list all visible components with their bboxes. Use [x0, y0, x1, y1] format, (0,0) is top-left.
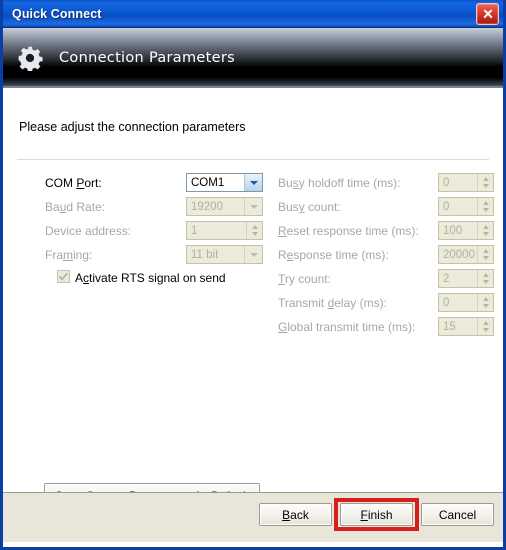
form-row: Global transmit time (ms): 15 — [3, 316, 503, 340]
chevron-down-icon[interactable] — [244, 246, 262, 263]
window-title: Quick Connect — [12, 6, 102, 21]
form-row: Transmit delay (ms): 0 — [3, 292, 503, 316]
field-value: 11 bit — [191, 248, 219, 261]
spinner-arrows-icon[interactable] — [477, 222, 493, 239]
field-label: Busy holdoff time (ms): — [278, 176, 401, 190]
field-value: 0 — [443, 200, 450, 213]
field-value: 0 — [443, 296, 450, 309]
parameters-form: COM Port: COM1 Busy holdoff time (ms): 0 Bau… — [3, 172, 503, 340]
form-row: Framing: 11 bit Response time (ms): 20000 — [3, 244, 503, 268]
combo-box: 19200 — [186, 197, 263, 216]
button-wrapper: Finish — [334, 498, 419, 531]
form-row: Activate RTS signal on send Try count: 2 — [3, 268, 503, 292]
gear-icon — [18, 45, 43, 71]
spinner-input: 1 — [186, 221, 263, 240]
field-value: 1 — [191, 224, 198, 237]
field-label: COM Port: — [45, 176, 102, 190]
spinner-arrows-icon[interactable] — [477, 246, 493, 263]
field-value: 0 — [443, 176, 450, 189]
back-button[interactable]: Back — [259, 503, 332, 526]
field-value: 2 — [443, 272, 450, 285]
spinner-input: 15 — [438, 317, 494, 336]
button-wrapper: Cancel — [421, 503, 494, 526]
spinner-input: 100 — [438, 221, 494, 240]
combo-box: 11 bit — [186, 245, 263, 264]
spinner-input: 0 — [438, 197, 494, 216]
separator — [17, 159, 489, 160]
spinner-arrows-icon[interactable] — [246, 222, 262, 239]
spinner-arrows-icon[interactable] — [477, 318, 493, 335]
form-row: Baud Rate: 19200 Busy count: 0 — [3, 196, 503, 220]
field-value: 100 — [443, 224, 463, 237]
header-banner: Connection Parameters — [3, 28, 503, 88]
rts-checkbox — [57, 270, 70, 283]
spinner-input: 20000 — [438, 245, 494, 264]
spinner-arrows-icon[interactable] — [477, 198, 493, 215]
title-bar: Quick Connect — [3, 0, 503, 28]
field-label: Busy count: — [278, 200, 341, 214]
dialog-body: Please adjust the connection parameters … — [3, 88, 503, 508]
form-row: COM Port: COM1 Busy holdoff time (ms): 0 — [3, 172, 503, 196]
button-wrapper: Back — [259, 503, 332, 526]
cancel-button[interactable]: Cancel — [421, 503, 494, 526]
spinner-input: 0 — [438, 293, 494, 312]
chevron-down-icon[interactable] — [244, 198, 262, 215]
field-value: 20000 — [443, 248, 475, 261]
footer-button-group: Back Finish Cancel — [259, 498, 494, 531]
combo-box[interactable]: COM1 — [186, 173, 263, 192]
footer-bar: Back Finish Cancel — [3, 492, 503, 542]
intro-text: Please adjust the connection parameters — [19, 120, 246, 134]
spinner-input: 0 — [438, 173, 494, 192]
banner-title: Connection Parameters — [59, 49, 235, 66]
field-label: Reset response time (ms): — [278, 224, 419, 238]
rts-checkbox-label: Activate RTS signal on send — [75, 271, 226, 285]
checkmark-icon — [58, 272, 68, 281]
spinner-arrows-icon[interactable] — [477, 174, 493, 191]
spinner-input: 2 — [438, 269, 494, 288]
chevron-down-icon[interactable] — [244, 174, 262, 191]
field-label: Try count: — [278, 272, 331, 286]
spinner-arrows-icon[interactable] — [477, 294, 493, 311]
field-value: COM1 — [191, 176, 225, 189]
field-label: Transmit delay (ms): — [278, 296, 387, 310]
field-label: Global transmit time (ms): — [278, 320, 416, 334]
finish-button[interactable]: Finish — [340, 503, 413, 526]
spinner-arrows-icon[interactable] — [477, 270, 493, 287]
form-row: Device address: 1 Reset response time (ms)… — [3, 220, 503, 244]
field-label: Framing: — [45, 248, 93, 262]
close-icon[interactable] — [476, 3, 499, 25]
field-label: Device address: — [45, 224, 132, 238]
field-label: Baud Rate: — [45, 200, 106, 214]
field-label: Response time (ms): — [278, 248, 389, 262]
quick-connect-dialog: Quick Connect Connection Parameters Plea… — [0, 0, 506, 550]
field-value: 15 — [443, 320, 456, 333]
field-value: 19200 — [191, 200, 223, 213]
